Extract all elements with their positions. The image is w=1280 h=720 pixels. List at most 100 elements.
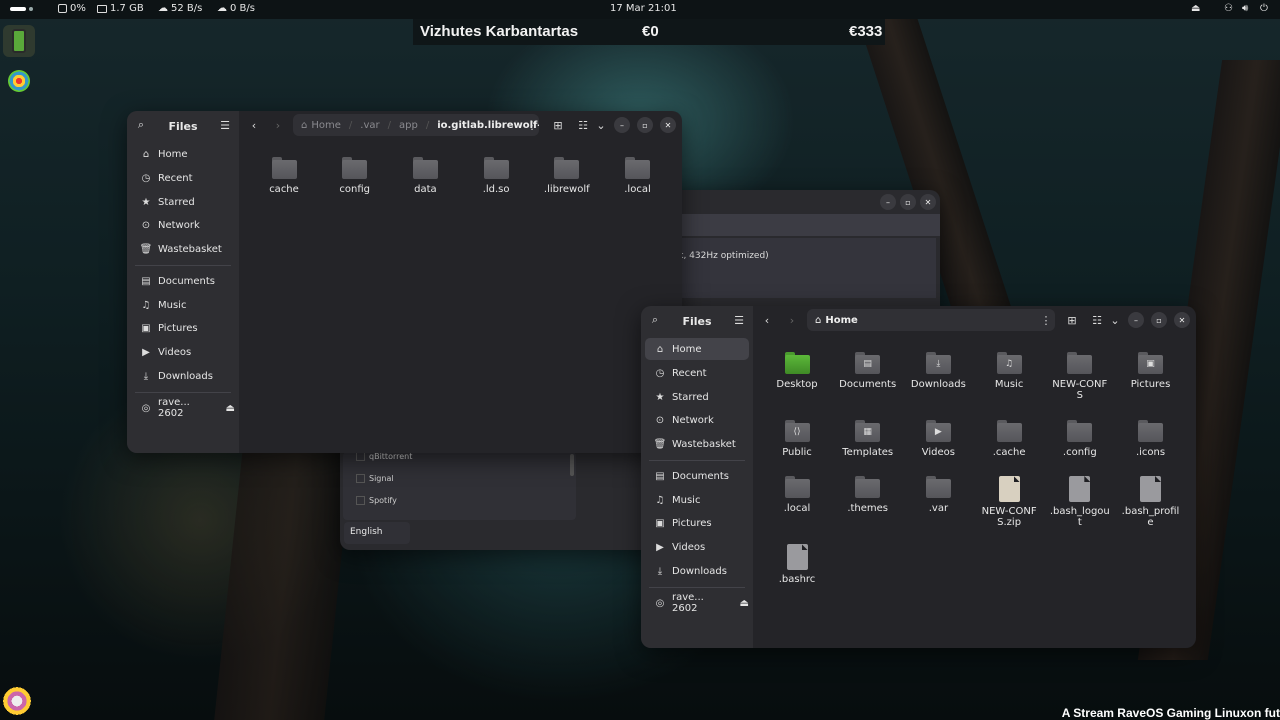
sidebar-item-recent[interactable]: ◷ Recent	[131, 167, 235, 189]
sidebar-item-drive[interactable]: ◎ rave... 2602 ⏏	[131, 397, 235, 419]
maximize-button[interactable]: ▫	[637, 117, 653, 133]
sidebar-item-home[interactable]: ⌂ Home	[645, 338, 749, 360]
power-icon[interactable]: ⏻	[1260, 3, 1268, 14]
dock-app-raveos[interactable]	[3, 65, 35, 97]
dock-app-system-monitor[interactable]	[3, 25, 35, 57]
file-item[interactable]: .bash_profile	[1118, 476, 1184, 528]
file-item[interactable]: .ld.so	[463, 157, 529, 195]
breadcrumb-app[interactable]: app	[399, 120, 418, 131]
file-item[interactable]: ▣ Pictures	[1118, 352, 1184, 390]
sidebar-item-music[interactable]: ♫ Music	[131, 294, 235, 316]
bg-minimize-button[interactable]: –	[880, 194, 896, 210]
file-item[interactable]: NEW-CONFS	[1047, 352, 1113, 401]
bg-list-item[interactable]: Signal	[356, 474, 394, 483]
bg-close-button[interactable]: ✕	[920, 194, 936, 210]
file-item[interactable]: .librewolf	[534, 157, 600, 195]
sidebar-item-downloads[interactable]: ⤓ Downloads	[131, 365, 235, 387]
breadcrumb-var[interactable]: .var	[360, 120, 379, 131]
raveos-corner-logo[interactable]	[2, 686, 32, 716]
network-icon[interactable]: ⚇	[1224, 3, 1233, 14]
file-item[interactable]: .config	[1047, 420, 1113, 458]
sidebar-item-pictures[interactable]: ▣ Pictures	[645, 512, 749, 534]
bg-list-item[interactable]: qBittorrent	[356, 452, 412, 461]
file-item[interactable]: .bashrc	[764, 544, 830, 585]
sidebar-item-recent[interactable]: ◷ Recent	[645, 362, 749, 384]
folder-icon	[784, 352, 810, 374]
workspace-indicator[interactable]	[10, 7, 33, 11]
sidebar-item-home[interactable]: ⌂ Home	[131, 143, 235, 165]
view-options-button[interactable]: ⌄	[1106, 311, 1124, 329]
back-button[interactable]: ‹	[758, 311, 776, 329]
files-window-home[interactable]: Files ⌕ ☰ ⌂ Home ◷ Recent ★ Starred ⊙ Networ…	[641, 306, 1196, 648]
volume-icon[interactable]: 🔊︎	[1242, 3, 1248, 14]
path-bar[interactable]: ⌂ Home / .var / app / io.gitlab.librewol…	[293, 114, 539, 136]
view-toggle-button[interactable]: ☷	[574, 116, 592, 134]
sidebar-item-starred[interactable]: ★ Starred	[131, 191, 235, 213]
breadcrumb-home[interactable]: Home	[311, 120, 341, 131]
file-item[interactable]: Desktop	[764, 352, 830, 390]
file-item[interactable]: ♫ Music	[976, 352, 1042, 390]
file-item[interactable]: .var	[905, 476, 971, 514]
picture-icon: ▣	[655, 517, 665, 529]
file-item[interactable]: .themes	[835, 476, 901, 514]
path-menu-button[interactable]: ⋮	[523, 116, 541, 134]
file-item[interactable]: NEW-CONFS.zip	[976, 476, 1042, 528]
new-folder-button[interactable]: ⊞	[1063, 311, 1081, 329]
file-item[interactable]: .cache	[976, 420, 1042, 458]
bg-maximize-button[interactable]: ▫	[900, 194, 916, 210]
video-icon: ▶	[142, 346, 150, 358]
bg-scrollbar[interactable]	[570, 454, 574, 476]
file-item[interactable]: ▶ Videos	[905, 420, 971, 458]
main-menu-button[interactable]: ☰	[730, 311, 748, 329]
file-item[interactable]: config	[322, 157, 388, 195]
files-window-librewolf[interactable]: Files ⌕ ☰ ⌂ Home ◷ Recent ★ Starred ⊙ Networ…	[127, 111, 682, 453]
sidebar-item-videos[interactable]: ▶ Videos	[645, 536, 749, 558]
sidebar-item-videos[interactable]: ▶ Videos	[131, 341, 235, 363]
view-options-button[interactable]: ⌄	[592, 116, 610, 134]
clock[interactable]: 17 Mar 21:01	[610, 3, 677, 14]
sidebar-item-drive[interactable]: ◎ rave... 2602 ⏏	[645, 592, 749, 614]
document-icon: ▤	[141, 275, 151, 287]
sidebar-item-documents[interactable]: ▤ Documents	[131, 270, 235, 292]
sidebar-item-documents[interactable]: ▤ Documents	[645, 465, 749, 487]
file-item[interactable]: cache	[251, 157, 317, 195]
file-item[interactable]: .local	[605, 157, 671, 195]
file-item[interactable]: .bash_logout	[1047, 476, 1113, 528]
sidebar-item-starred[interactable]: ★ Starred	[645, 386, 749, 408]
back-button[interactable]: ‹	[245, 116, 263, 134]
path-bar[interactable]: ⌂ Home	[807, 309, 1055, 331]
close-button[interactable]: ✕	[1174, 312, 1190, 328]
maximize-button[interactable]: ▫	[1151, 312, 1167, 328]
breadcrumb-current[interactable]: Home	[825, 315, 857, 326]
file-label: .local	[783, 503, 811, 514]
search-button[interactable]: ⌕	[646, 311, 664, 329]
main-menu-button[interactable]: ☰	[216, 116, 234, 134]
file-item[interactable]: .local	[764, 476, 830, 514]
sidebar-item-wastebasket[interactable]: 🗑︎ Wastebasket	[131, 238, 235, 260]
sidebar-item-network[interactable]: ⊙ Network	[131, 214, 235, 236]
sidebar-item-pictures[interactable]: ▣ Pictures	[131, 317, 235, 339]
forward-button[interactable]: ›	[783, 311, 801, 329]
forward-button[interactable]: ›	[269, 116, 287, 134]
minimize-button[interactable]: –	[614, 117, 630, 133]
sidebar-item-music[interactable]: ♫ Music	[645, 489, 749, 511]
view-toggle-button[interactable]: ☷	[1088, 311, 1106, 329]
file-item[interactable]: ▦ Templates	[835, 420, 901, 458]
file-item[interactable]: .icons	[1118, 420, 1184, 458]
folder-icon	[1067, 420, 1093, 442]
minimize-button[interactable]: –	[1128, 312, 1144, 328]
sidebar-item-network[interactable]: ⊙ Network	[645, 409, 749, 431]
file-item[interactable]: ▤ Documents	[835, 352, 901, 390]
bg-list-item[interactable]: Spotify	[356, 496, 397, 505]
file-item[interactable]: ⤓ Downloads	[905, 352, 971, 390]
search-button[interactable]: ⌕	[132, 116, 150, 134]
sidebar-item-downloads[interactable]: ⤓ Downloads	[645, 560, 749, 582]
language-select[interactable]: English	[344, 522, 410, 544]
sidebar-item-wastebasket[interactable]: 🗑︎ Wastebasket	[645, 433, 749, 455]
new-folder-button[interactable]: ⊞	[549, 116, 567, 134]
close-button[interactable]: ✕	[660, 117, 676, 133]
file-item[interactable]: data	[392, 157, 458, 195]
path-menu-button[interactable]: ⋮	[1037, 311, 1055, 329]
eject-icon[interactable]: ⏏	[1191, 3, 1200, 14]
file-item[interactable]: ⟨⟩ Public	[764, 420, 830, 458]
